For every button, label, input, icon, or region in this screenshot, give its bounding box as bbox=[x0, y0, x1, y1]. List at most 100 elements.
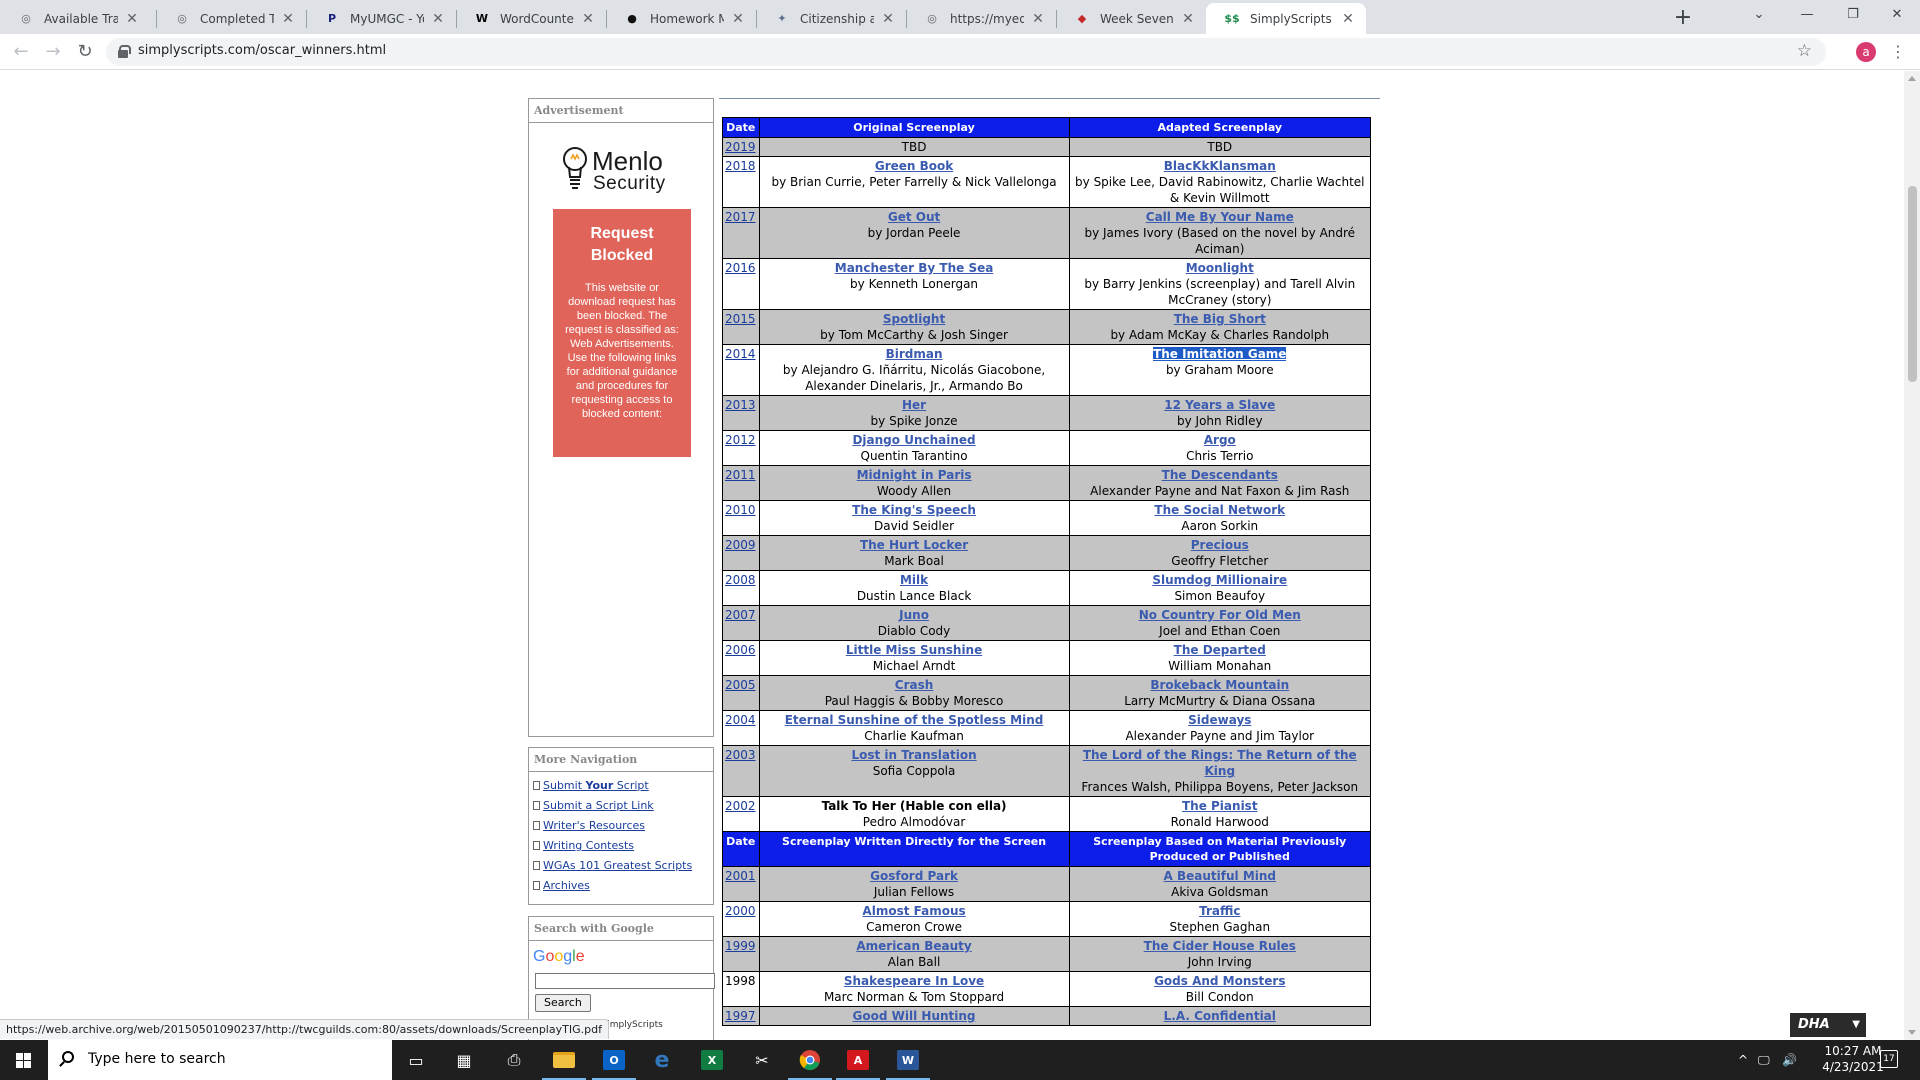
tab-4[interactable]: W WordCounter - Count… ✕ bbox=[456, 3, 606, 34]
screenplay-title-link[interactable]: Gods And Monsters bbox=[1154, 974, 1285, 988]
outlook-taskbar-button[interactable]: O bbox=[590, 1040, 638, 1080]
screenplay-title-link[interactable]: Midnight in Paris bbox=[857, 468, 972, 482]
year-link[interactable]: 2006 bbox=[725, 643, 756, 657]
year-link[interactable]: 2002 bbox=[725, 799, 756, 813]
scroll-up-arrow[interactable] bbox=[1908, 76, 1916, 81]
year-link[interactable]: 2009 bbox=[725, 538, 756, 552]
tab-close-icon[interactable]: ✕ bbox=[730, 11, 746, 27]
screenplay-title-link[interactable]: Precious bbox=[1191, 538, 1249, 552]
year-link[interactable]: 2015 bbox=[725, 312, 756, 326]
tab-2[interactable]: ◎ Completed Training ✕ bbox=[156, 3, 306, 34]
tab-5[interactable]: ● Homework Market ✕ bbox=[606, 3, 756, 34]
screenplay-title-link[interactable]: Traffic bbox=[1199, 904, 1240, 918]
minimize-button[interactable]: — bbox=[1784, 0, 1830, 30]
new-tab-button[interactable]: + bbox=[1670, 5, 1696, 31]
back-icon[interactable]: ← bbox=[10, 41, 32, 63]
year-link[interactable]: 2007 bbox=[725, 608, 756, 622]
google-search-input[interactable] bbox=[535, 973, 715, 989]
tab-close-icon[interactable]: ✕ bbox=[1340, 11, 1356, 27]
show-hidden-icons[interactable]: ^ bbox=[1738, 1040, 1748, 1080]
year-link[interactable]: 2014 bbox=[725, 347, 756, 361]
screenplay-title-link[interactable]: A Beautiful Mind bbox=[1164, 869, 1276, 883]
network-icon[interactable]: 🖵 bbox=[1758, 1040, 1770, 1080]
vertical-scrollbar[interactable] bbox=[1904, 71, 1920, 1040]
calculator-taskbar-button[interactable]: ▦ bbox=[440, 1040, 488, 1080]
tab-close-icon[interactable]: ✕ bbox=[880, 11, 896, 27]
task-view-taskbar-button[interactable]: ▭ bbox=[392, 1040, 440, 1080]
screenplay-title-link[interactable]: The Descendants bbox=[1162, 468, 1278, 482]
year-link[interactable]: 2019 bbox=[725, 140, 756, 154]
screenplay-title-link[interactable]: Birdman bbox=[886, 347, 943, 361]
year-link[interactable]: 2011 bbox=[725, 468, 756, 482]
nav-link[interactable]: Writer's Resources bbox=[543, 819, 645, 832]
edge-taskbar-button[interactable]: e bbox=[638, 1040, 686, 1080]
screenplay-title-link[interactable]: American Beauty bbox=[856, 939, 971, 953]
year-link[interactable]: 2017 bbox=[725, 210, 756, 224]
year-link[interactable]: 2012 bbox=[725, 433, 756, 447]
screenplay-title-link[interactable]: Almost Famous bbox=[862, 904, 965, 918]
year-link[interactable]: 1999 bbox=[725, 939, 756, 953]
tab-close-icon[interactable]: ✕ bbox=[1030, 11, 1046, 27]
screenplay-title-link[interactable]: The Big Short bbox=[1174, 312, 1266, 326]
start-button[interactable] bbox=[0, 1040, 48, 1080]
acrobat-taskbar-button[interactable]: A bbox=[834, 1040, 882, 1080]
screenplay-title-link[interactable]: Brokeback Mountain bbox=[1150, 678, 1289, 692]
tab-close-icon[interactable]: ✕ bbox=[430, 11, 446, 27]
system-clock[interactable]: 10:27 AM 4/23/2021 bbox=[1818, 1043, 1888, 1075]
forward-icon[interactable]: → bbox=[42, 41, 64, 63]
year-link[interactable]: 2010 bbox=[725, 503, 756, 517]
screenplay-title-link[interactable]: Gosford Park bbox=[870, 869, 958, 883]
nav-link[interactable]: WGAs 101 Greatest Scripts bbox=[543, 859, 692, 872]
tab-3[interactable]: P MyUMGC - Your MyU… ✕ bbox=[306, 3, 456, 34]
tab-close-icon[interactable]: ✕ bbox=[1180, 11, 1196, 27]
screenplay-title-link[interactable]: Little Miss Sunshine bbox=[846, 643, 982, 657]
word-taskbar-button[interactable]: W bbox=[884, 1040, 932, 1080]
close-window-button[interactable]: ✕ bbox=[1874, 0, 1920, 30]
bookmark-star-icon[interactable]: ☆ bbox=[1797, 41, 1812, 61]
year-link[interactable]: 2018 bbox=[725, 159, 756, 173]
scrollbar-thumb[interactable] bbox=[1908, 186, 1917, 382]
year-link[interactable]: 2016 bbox=[725, 261, 756, 275]
tab-1[interactable]: ◎ Available Training ✕ bbox=[0, 3, 150, 34]
year-link[interactable]: 2001 bbox=[725, 869, 756, 883]
screenplay-title-link[interactable]: Argo bbox=[1204, 433, 1236, 447]
tab-8[interactable]: ◆ Week Seven: Cinema i… ✕ bbox=[1056, 3, 1206, 34]
taskbar-search[interactable]: Type here to search bbox=[48, 1040, 392, 1080]
tab-7[interactable]: ◎ https://myeducation.n… ✕ bbox=[906, 3, 1056, 34]
screenplay-title-link[interactable]: Django Unchained bbox=[852, 433, 975, 447]
screenplay-title-link[interactable]: The King's Speech bbox=[852, 503, 976, 517]
screenplay-title-link[interactable]: Her bbox=[902, 398, 926, 412]
screenplay-title-link[interactable]: The Hurt Locker bbox=[860, 538, 968, 552]
screenplay-title-link[interactable]: Manchester By The Sea bbox=[835, 261, 994, 275]
screenplay-title-link[interactable]: Crash bbox=[895, 678, 934, 692]
dha-widget[interactable]: DHA ▼ bbox=[1790, 1013, 1866, 1037]
printer-taskbar-button[interactable]: ⎙ bbox=[490, 1040, 538, 1080]
chrome-taskbar-button[interactable] bbox=[786, 1040, 834, 1080]
dha-dropdown-icon[interactable]: ▼ bbox=[1852, 1013, 1860, 1037]
year-link[interactable]: 2013 bbox=[725, 398, 756, 412]
scroll-down-arrow[interactable] bbox=[1908, 1030, 1916, 1035]
tab-close-icon[interactable]: ✕ bbox=[124, 11, 140, 27]
google-search-button[interactable]: Search bbox=[535, 994, 591, 1012]
screenplay-title-link[interactable]: The Imitation Game bbox=[1153, 347, 1287, 361]
screenplay-title-link[interactable]: Green Book bbox=[875, 159, 953, 173]
tab-close-icon[interactable]: ✕ bbox=[580, 11, 596, 27]
excel-taskbar-button[interactable]: X bbox=[688, 1040, 736, 1080]
screenplay-title-link[interactable]: The Social Network bbox=[1154, 503, 1285, 517]
nav-link[interactable]: Submit Your Script bbox=[543, 779, 649, 792]
nav-link[interactable]: Submit a Script Link bbox=[543, 799, 654, 812]
year-link[interactable]: 1997 bbox=[725, 1009, 756, 1023]
year-link[interactable]: 2008 bbox=[725, 573, 756, 587]
screenplay-title-link[interactable]: Juno bbox=[899, 608, 929, 622]
reload-icon[interactable]: ↻ bbox=[74, 41, 96, 63]
nav-link[interactable]: Archives bbox=[543, 879, 590, 892]
screenplay-title-link[interactable]: L.A. Confidential bbox=[1164, 1009, 1276, 1023]
url-text[interactable]: simplyscripts.com/oscar_winners.html bbox=[138, 43, 386, 58]
year-link[interactable]: 2005 bbox=[725, 678, 756, 692]
screenplay-title-link[interactable]: The Lord of the Rings: The Return of the… bbox=[1083, 748, 1357, 778]
profile-avatar[interactable]: a bbox=[1856, 42, 1876, 62]
screenplay-title-link[interactable]: The Cider House Rules bbox=[1144, 939, 1296, 953]
screenplay-title-link[interactable]: Get Out bbox=[888, 210, 940, 224]
year-link[interactable]: 2004 bbox=[725, 713, 756, 727]
maximize-button[interactable]: ❐ bbox=[1830, 0, 1876, 30]
